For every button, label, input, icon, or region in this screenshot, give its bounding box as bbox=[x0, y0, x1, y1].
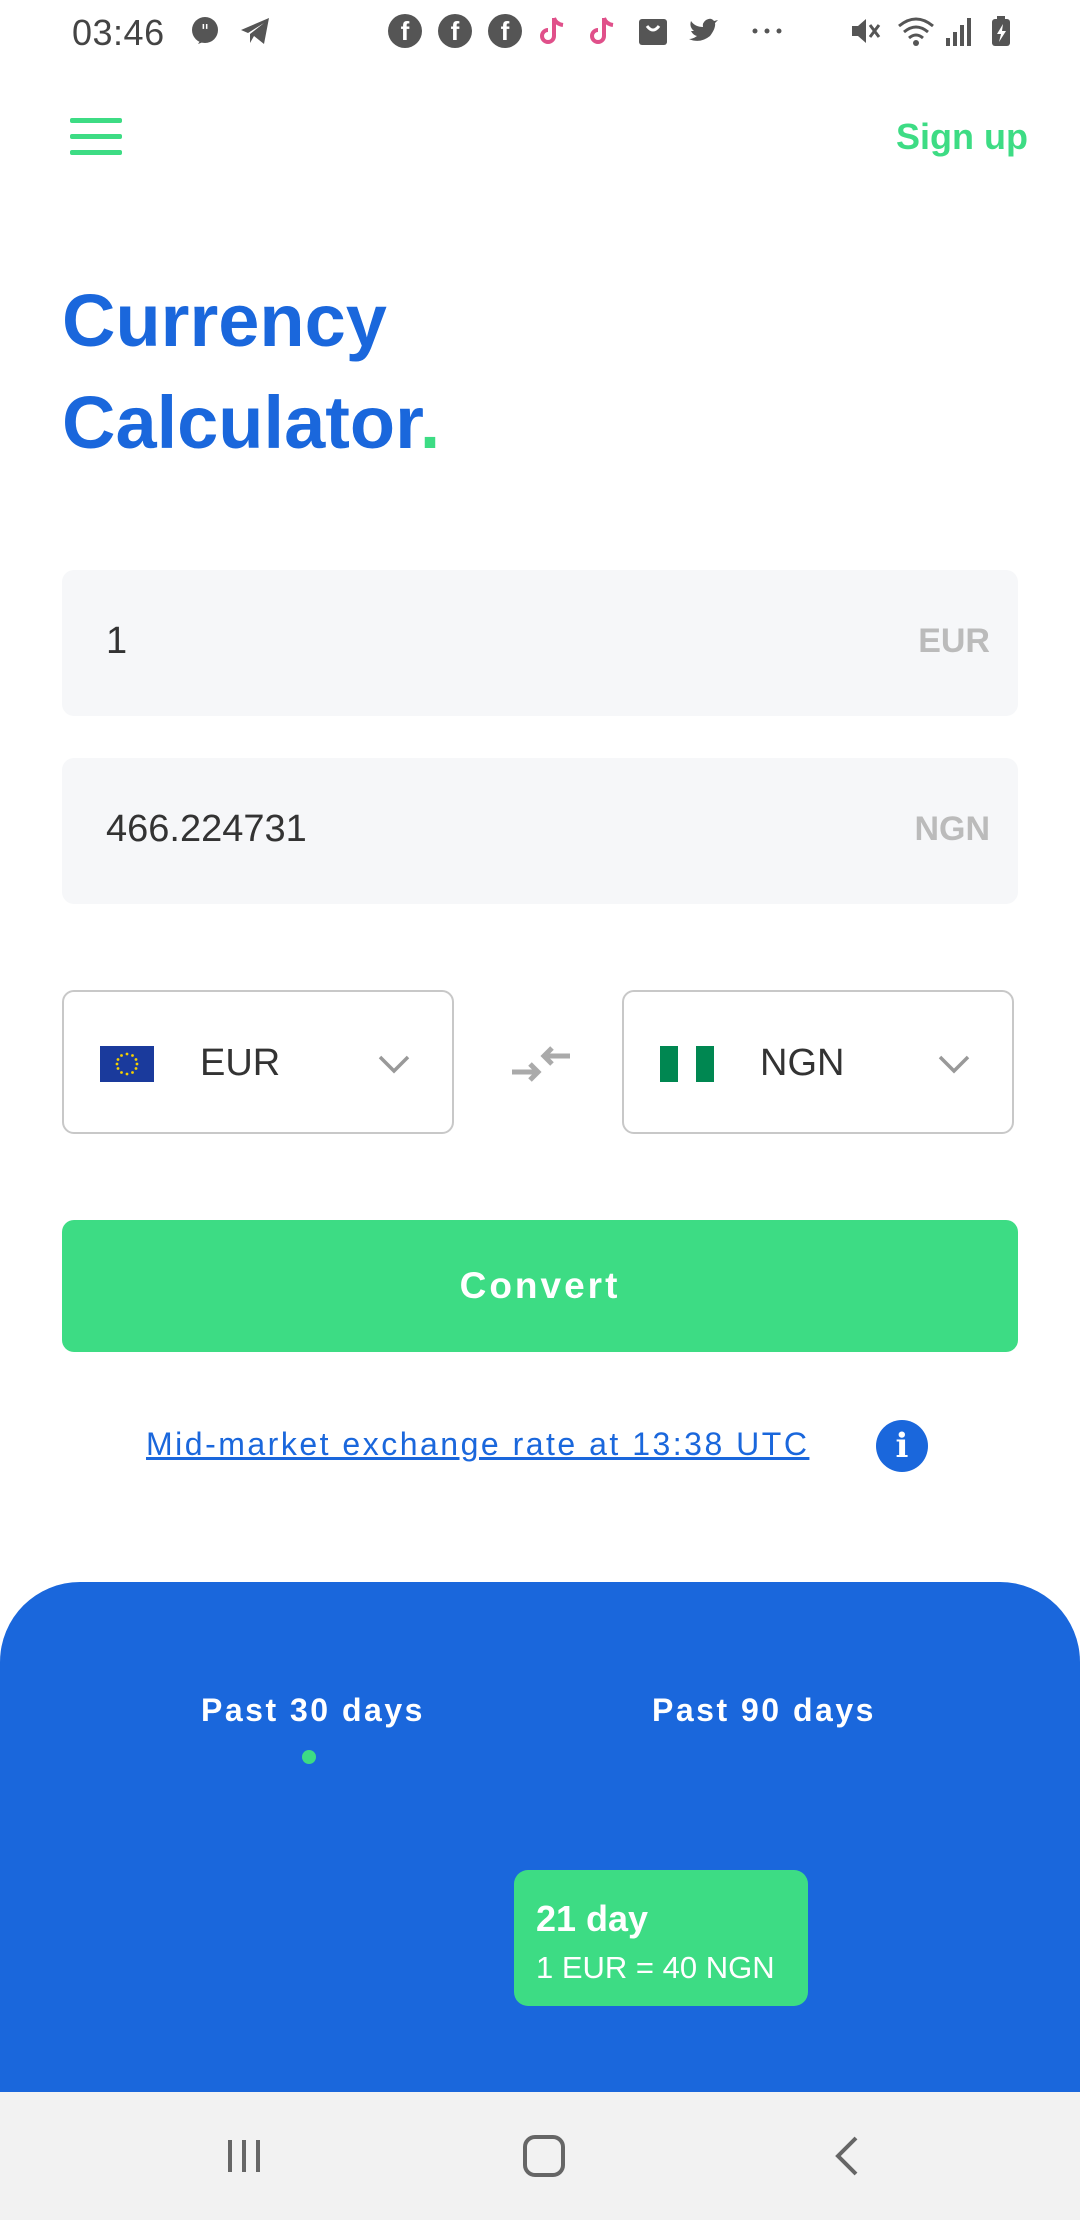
page-title: Currency Calculator. bbox=[62, 270, 440, 474]
active-tab-indicator bbox=[302, 1750, 316, 1764]
tiktok-icon bbox=[590, 17, 614, 44]
from-currency-select[interactable]: EUR bbox=[62, 990, 454, 1134]
back-icon[interactable] bbox=[824, 2132, 872, 2180]
nigeria-flag-icon bbox=[660, 1046, 714, 1082]
exchange-rate-link[interactable]: Mid-market exchange rate at 13:38 UTC bbox=[146, 1426, 809, 1463]
signal-icon bbox=[946, 18, 971, 46]
tab-past-90-days[interactable]: Past 90 days bbox=[652, 1692, 876, 1729]
status-bar: 03:46 " f f f bbox=[0, 0, 1080, 64]
shopping-icon bbox=[639, 19, 667, 45]
from-currency-code: EUR bbox=[200, 1042, 281, 1084]
mute-icon bbox=[852, 19, 881, 43]
from-amount-field[interactable]: 1 EUR bbox=[62, 570, 1018, 716]
to-currency-code: NGN bbox=[760, 1042, 845, 1084]
chevron-down-icon bbox=[938, 1055, 970, 1074]
to-currency-suffix: NGN bbox=[914, 810, 990, 848]
chart-panel: Past 30 days Past 90 days 21 day 1 EUR =… bbox=[0, 1582, 1080, 2092]
menu-icon-bar bbox=[70, 150, 122, 155]
from-amount-value[interactable]: 1 bbox=[106, 620, 127, 663]
menu-button[interactable] bbox=[70, 118, 122, 158]
tooltip-rate: 1 EUR = 40 NGN bbox=[536, 1950, 775, 1985]
title-line-2: Calculator. bbox=[62, 372, 440, 474]
facebook-icon: f bbox=[388, 14, 422, 48]
swap-currencies-icon[interactable] bbox=[510, 1040, 572, 1088]
chevron-down-icon bbox=[378, 1055, 410, 1074]
tab-past-30-days[interactable]: Past 30 days bbox=[201, 1692, 425, 1729]
from-currency-suffix: EUR bbox=[918, 622, 990, 660]
status-time: 03:46 bbox=[72, 12, 165, 53]
telegram-icon bbox=[241, 18, 269, 44]
system-nav-bar bbox=[0, 2092, 1080, 2220]
facebook-icon: f bbox=[438, 14, 472, 48]
svg-text:": " bbox=[201, 21, 209, 42]
to-currency-select[interactable]: NGN bbox=[622, 990, 1014, 1134]
facebook-icon: f bbox=[488, 14, 522, 48]
message-icon: " bbox=[192, 17, 218, 44]
twitter-icon bbox=[689, 18, 718, 41]
title-line-2-text: Calculator bbox=[62, 381, 420, 464]
title-dot: . bbox=[419, 381, 441, 464]
menu-icon-bar bbox=[70, 134, 122, 139]
sign-up-link[interactable]: Sign up bbox=[896, 116, 1028, 158]
title-line-1: Currency bbox=[62, 279, 387, 362]
recent-apps-icon[interactable] bbox=[220, 2132, 268, 2180]
to-amount-field[interactable]: 466.224731 NGN bbox=[62, 758, 1018, 904]
menu-icon-bar bbox=[70, 118, 122, 123]
to-amount-value[interactable]: 466.224731 bbox=[106, 808, 307, 851]
chart-tooltip: 21 day 1 EUR = 40 NGN bbox=[514, 1870, 808, 2006]
more-icon bbox=[752, 28, 782, 34]
convert-button[interactable]: Convert bbox=[62, 1220, 1018, 1352]
home-icon[interactable] bbox=[520, 2132, 568, 2180]
tooltip-title: 21 day bbox=[536, 1898, 649, 1939]
info-icon[interactable]: i bbox=[876, 1420, 928, 1472]
wifi-icon bbox=[898, 17, 934, 46]
eu-flag-icon bbox=[100, 1046, 154, 1082]
battery-icon bbox=[992, 16, 1010, 46]
tiktok-icon bbox=[540, 17, 564, 44]
